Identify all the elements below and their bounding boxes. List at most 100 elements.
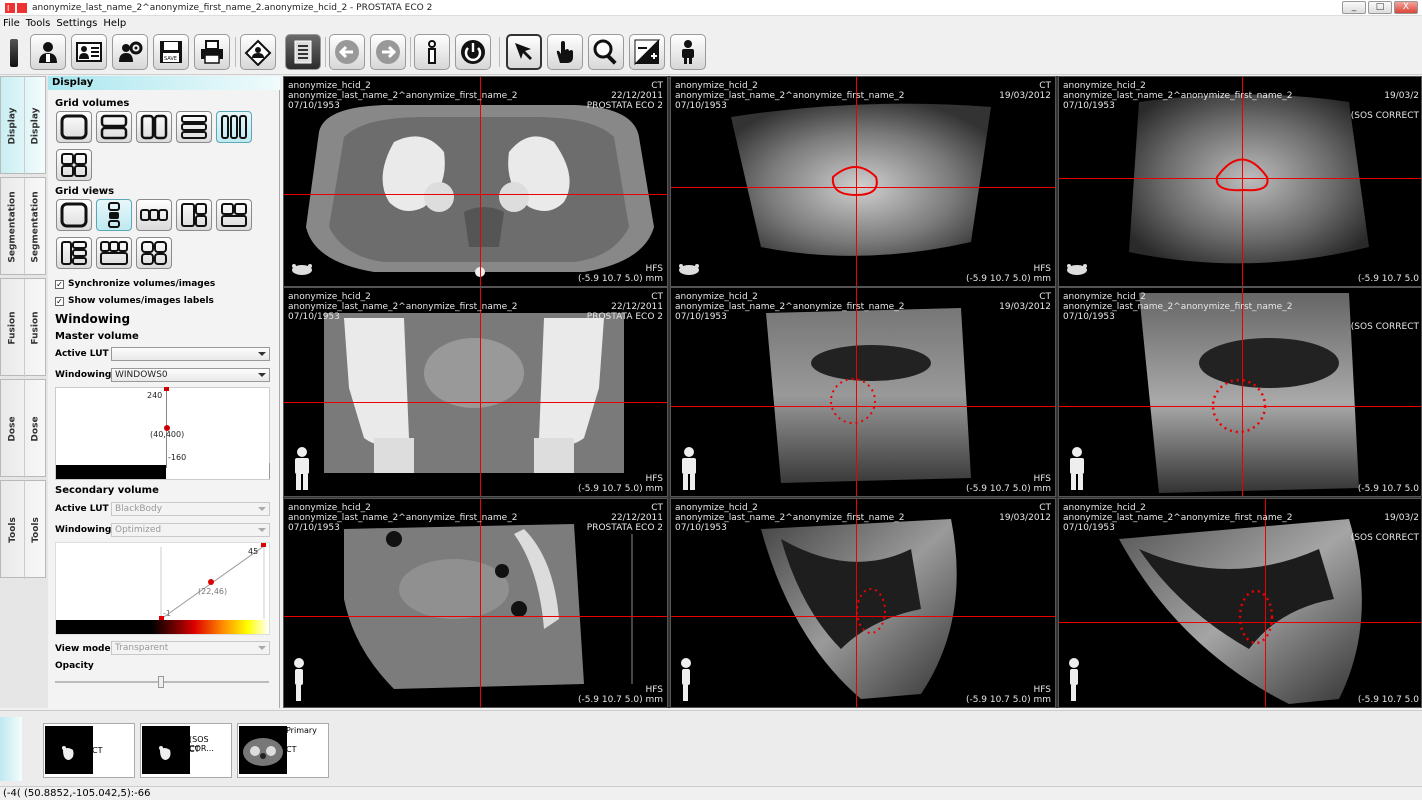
grid-volume-4[interactable] xyxy=(56,149,92,181)
patient-button[interactable] xyxy=(30,34,66,70)
maximize-button[interactable]: □ xyxy=(1368,1,1392,14)
vp6-birth-date: 07/10/1953 xyxy=(1063,312,1115,322)
tab-tools[interactable]: Tools Tools xyxy=(0,480,46,579)
toolbar-handle[interactable] xyxy=(10,39,18,67)
vp2-patient-name: anonymize_last_name_2^anonymize_first_na… xyxy=(675,91,905,101)
opacity-slider-handle[interactable] xyxy=(158,676,164,688)
sync-checkbox[interactable]: ✓ Synchronize volumes/images xyxy=(55,279,215,289)
forward-button[interactable] xyxy=(370,34,406,70)
grid-view-3top1[interactable] xyxy=(96,237,132,269)
patient-settings-button[interactable] xyxy=(112,34,148,70)
grid-view-2plus1[interactable] xyxy=(216,199,252,231)
info-button[interactable] xyxy=(414,34,450,70)
vp5-study-date: 19/03/2012 xyxy=(999,302,1051,312)
vp7-birth-date: 07/10/1953 xyxy=(288,523,340,533)
windowing-select[interactable]: WINDOWS0 xyxy=(111,368,270,382)
menu-file[interactable]: File xyxy=(3,18,20,29)
notes-button[interactable] xyxy=(285,34,321,70)
vp4-orientation: HFS xyxy=(645,474,664,484)
grid-view-side[interactable] xyxy=(56,237,92,269)
grid-volume-2h[interactable] xyxy=(96,111,132,143)
viewport-us2-coronal[interactable]: anonymize_hcid_2 anonymize_last_name_2^a… xyxy=(1058,287,1422,497)
vp4-modality: CT xyxy=(651,292,663,302)
tab-dose[interactable]: Dose Dose xyxy=(0,379,46,478)
hand-button[interactable] xyxy=(547,34,583,70)
grid-2h-icon xyxy=(100,114,128,140)
print-button[interactable] xyxy=(194,34,230,70)
svg-text:SAVE: SAVE xyxy=(164,56,177,62)
vp2-study-date: 19/03/2012 xyxy=(999,91,1051,101)
vp6-correction: (SOS CORRECT xyxy=(1350,322,1419,332)
grid-volumes-label: Grid volumes xyxy=(55,98,130,109)
secondary-windowing-select[interactable]: Optimized xyxy=(111,523,270,537)
grid-view-3stack[interactable] xyxy=(96,199,132,231)
vp9-patient-name: anonymize_last_name_2^anonymize_first_na… xyxy=(1063,513,1293,523)
tab-segmentation[interactable]: Segmentation Segmentation xyxy=(0,177,46,276)
secondary-window-graph[interactable]: 45 (22,46) -1 xyxy=(55,542,270,635)
series-strip-handle[interactable] xyxy=(0,717,22,781)
vp6-patient-id: anonymize_hcid_2 xyxy=(1063,292,1146,302)
info-icon xyxy=(428,40,436,64)
tab-display[interactable]: Display Display xyxy=(0,76,46,175)
home-button[interactable] xyxy=(240,34,276,70)
grid-view-3row[interactable] xyxy=(136,199,172,231)
grid-3h-icon xyxy=(181,115,207,139)
vp3-birth-date: 07/10/1953 xyxy=(1063,101,1115,111)
person-button[interactable] xyxy=(670,34,706,70)
view-mode-select[interactable]: Transparent xyxy=(111,641,270,655)
viewport-us2-sagittal[interactable]: anonymize_hcid_2 anonymize_last_name_2^a… xyxy=(1058,498,1422,708)
active-lut-select[interactable] xyxy=(111,347,270,361)
vp1-patient-name: anonymize_last_name_2^anonymize_first_na… xyxy=(288,91,518,101)
vp9-patient-id: anonymize_hcid_2 xyxy=(1063,503,1146,513)
show-labels-checkbox[interactable]: ✓ Show volumes/images labels xyxy=(55,296,214,306)
pointer-button[interactable] xyxy=(506,34,542,70)
vp3-coords: (-5.9 10.7 5.0 xyxy=(1357,274,1419,284)
notes-icon xyxy=(294,40,312,64)
grid-volume-1[interactable] xyxy=(56,111,92,143)
minimize-button[interactable]: _ xyxy=(1342,1,1366,14)
series-thumbnail-3[interactable]: Primary CT xyxy=(237,723,329,778)
close-button[interactable]: X xyxy=(1394,1,1418,14)
tab-fusion[interactable]: Fusion Fusion xyxy=(0,278,46,377)
series-thumbnail-2[interactable]: (SOS COR... CT xyxy=(140,723,232,778)
grid-volume-3v[interactable] xyxy=(216,111,252,143)
viewport-us2-axial[interactable]: anonymize_hcid_2 anonymize_last_name_2^a… xyxy=(1058,76,1422,287)
grid-view-1plus2[interactable] xyxy=(176,199,212,231)
vp9-birth-date: 07/10/1953 xyxy=(1063,523,1115,533)
power-button[interactable] xyxy=(455,34,491,70)
master-graph-mid: (40,400) xyxy=(150,430,185,439)
series-thumbnail-1[interactable]: CT xyxy=(43,723,135,778)
hand-icon xyxy=(556,41,573,63)
person-icon xyxy=(682,40,694,64)
viewport-ct-axial[interactable]: anonymize_hcid_2 anonymize_last_name_2^a… xyxy=(283,76,668,287)
viewport-us1-axial[interactable]: anonymize_hcid_2 anonymize_last_name_2^a… xyxy=(670,76,1056,287)
master-window-graph[interactable]: 240 (40,400) -160 xyxy=(55,387,270,480)
viewport-us1-sagittal[interactable]: anonymize_hcid_2 anonymize_last_name_2^a… xyxy=(670,498,1056,708)
patient-list-button[interactable] xyxy=(71,34,107,70)
vp8-modality: CT xyxy=(1039,503,1051,513)
pointer-icon xyxy=(515,43,532,60)
viewport-ct-coronal[interactable]: anonymize_hcid_2 anonymize_last_name_2^a… xyxy=(283,287,668,497)
zoom-button[interactable] xyxy=(588,34,624,70)
menu-settings[interactable]: Settings xyxy=(56,18,97,29)
vp5-orientation: HFS xyxy=(1033,474,1052,484)
vp4-study-name: PROSTATA ECO 2 xyxy=(586,312,663,322)
back-arrow-icon xyxy=(335,40,359,64)
menu-help[interactable]: Help xyxy=(103,18,126,29)
patient-list-icon xyxy=(76,42,102,62)
menu-tools[interactable]: Tools xyxy=(26,18,51,29)
grid-view-4[interactable] xyxy=(136,237,172,269)
vp7-study-date: 22/12/2011 xyxy=(611,513,663,523)
back-button[interactable] xyxy=(329,34,365,70)
grid-volume-2v[interactable] xyxy=(136,111,172,143)
secondary-lut-select[interactable]: BlackBody xyxy=(111,502,270,516)
grid-volume-3h[interactable] xyxy=(176,111,212,143)
grid-1-icon xyxy=(60,114,88,140)
viewport-us1-coronal[interactable]: anonymize_hcid_2 anonymize_last_name_2^a… xyxy=(670,287,1056,497)
vp7-patient-name: anonymize_last_name_2^anonymize_first_na… xyxy=(288,513,518,523)
save-button[interactable]: SAVE xyxy=(153,34,189,70)
window-level-button[interactable] xyxy=(629,34,665,70)
side-tabs: Display Display Segmentation Segmentatio… xyxy=(0,76,48,708)
viewport-ct-sagittal[interactable]: anonymize_hcid_2 anonymize_last_name_2^a… xyxy=(283,498,668,708)
grid-view-1[interactable] xyxy=(56,199,92,231)
